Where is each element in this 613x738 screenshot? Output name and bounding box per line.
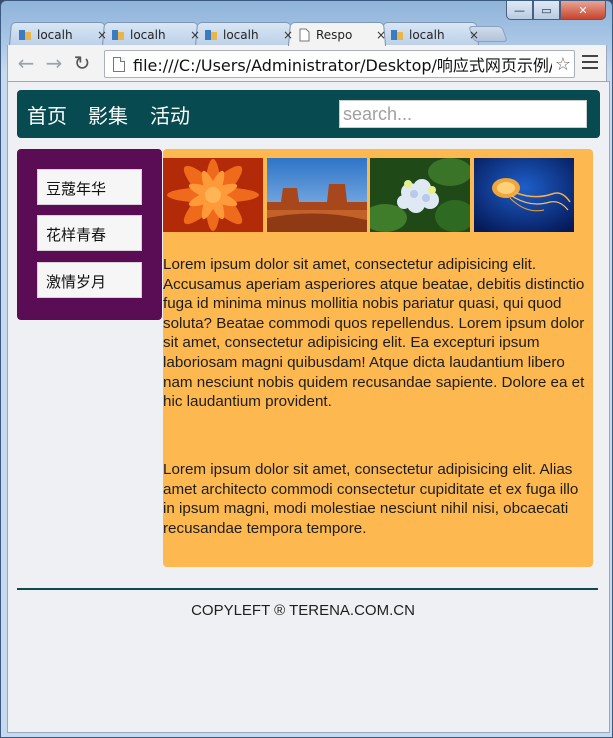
back-arrow-icon[interactable]: ← [12, 49, 40, 77]
jellyfish-photo [474, 158, 574, 232]
desert-photo [267, 158, 367, 232]
tab-5-title: localh [409, 28, 445, 42]
sidebar-item-3[interactable]: 激情岁月 [37, 262, 142, 298]
tab-4-title: Respo [316, 28, 353, 42]
site-favicon-icon [391, 30, 403, 40]
maximize-button[interactable]: ▭ [533, 1, 560, 20]
tab-5-content: localh × [390, 26, 480, 44]
tab-2-content: localh × [111, 26, 201, 44]
tab-3-title: localh [223, 28, 259, 42]
site-navbar: 首页 影集 活动 [17, 90, 600, 138]
search-input[interactable] [339, 100, 587, 128]
tab-3-content: localh × [204, 26, 294, 44]
tab-3-close-icon[interactable]: × [282, 28, 294, 42]
content-paragraph-1: Lorem ipsum dolor sit amet, consectetur … [163, 256, 585, 411]
tab-4-close-icon[interactable]: × [375, 28, 387, 42]
hydrangea-photo [370, 158, 470, 232]
site-favicon-icon [19, 30, 31, 40]
sidebar: 豆蔻年华 花样青春 激情岁月 [17, 149, 162, 320]
nav-link-events[interactable]: 活动 [150, 100, 190, 129]
bookmark-star-icon[interactable]: ☆ [552, 54, 574, 75]
tab-strip: localh × localh × localh × Respo × local… [9, 21, 609, 46]
tab-1-content: localh × [18, 26, 108, 44]
nav-link-home[interactable]: 首页 [27, 100, 67, 129]
minimize-button[interactable]: — [506, 1, 533, 20]
reload-icon[interactable]: ↻ [68, 49, 96, 77]
sidebar-item-1[interactable]: 豆蔻年华 [37, 169, 142, 205]
tab-4-content: Respo × [297, 26, 387, 44]
page-icon [299, 28, 310, 42]
nav-link-gallery[interactable]: 影集 [88, 100, 128, 129]
tab-2-title: localh [130, 28, 166, 42]
page-viewport: 首页 影集 活动 豆蔻年华 花样青春 激情岁月 [7, 81, 610, 733]
content-panel: Lorem ipsum dolor sit amet, consectetur … [163, 149, 593, 567]
menu-hamburger-icon[interactable] [582, 53, 598, 71]
browser-window: — ▭ ✕ localh × localh × localh × Respo × [0, 0, 613, 738]
close-window-button[interactable]: ✕ [560, 1, 606, 20]
address-url[interactable]: file:///C:/Users/Administrator/Desktop/响… [133, 52, 552, 76]
window-controls: — ▭ ✕ [506, 1, 606, 21]
tab-1-close-icon[interactable]: × [96, 28, 108, 42]
browser-toolbar: ← → ↻ file:///C:/Users/Administrator/Des… [7, 45, 607, 81]
content-paragraph-2: Lorem ipsum dolor sit amet, consectetur … [163, 461, 579, 537]
tab-1-title: localh [37, 28, 73, 42]
flower-photo [163, 158, 263, 232]
tab-5-close-icon[interactable]: × [468, 28, 480, 42]
page-icon [113, 56, 125, 72]
tab-2-close-icon[interactable]: × [189, 28, 201, 42]
site-favicon-icon [205, 30, 217, 40]
forward-arrow-icon[interactable]: → [40, 49, 68, 77]
address-bar[interactable]: file:///C:/Users/Administrator/Desktop/响… [104, 50, 575, 78]
footer-divider [17, 588, 598, 590]
sidebar-item-2[interactable]: 花样青春 [37, 215, 142, 251]
footer-copyright: COPYLEFT ® TERENA.COM.CN [191, 602, 415, 619]
site-favicon-icon [112, 30, 124, 40]
